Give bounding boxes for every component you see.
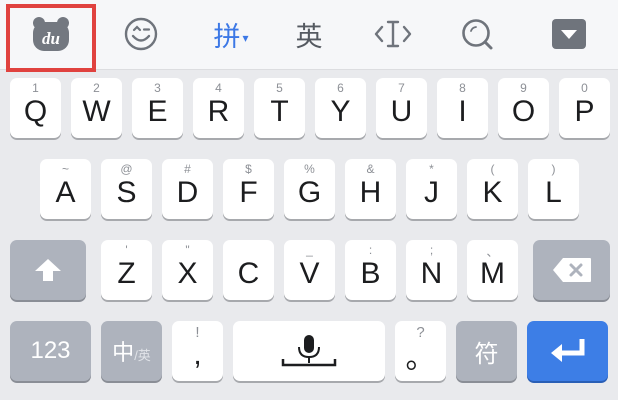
key-g[interactable]: % G <box>284 159 335 219</box>
delete-key[interactable] <box>533 240 610 300</box>
shift-key[interactable] <box>10 240 86 300</box>
symbol-key[interactable]: 符 <box>456 321 517 381</box>
key-b[interactable]: :B <box>345 240 396 300</box>
key-j[interactable]: * J <box>406 159 457 219</box>
key-m[interactable]: 、 M <box>467 240 518 300</box>
key-y[interactable]: 6Y <box>315 78 366 138</box>
key-u[interactable]: 7U <box>376 78 427 138</box>
key-f[interactable]: $ F <box>223 159 274 219</box>
key-o[interactable]: 9O <box>498 78 549 138</box>
key-t[interactable]: 5T <box>254 78 305 138</box>
key-q[interactable]: 1Q <box>10 78 61 138</box>
key-h[interactable]: & H <box>345 159 396 219</box>
language-switch-key[interactable]: 中/英 <box>101 321 162 381</box>
key-n[interactable]: ; N <box>406 240 457 300</box>
backspace-icon <box>552 258 591 282</box>
key-e[interactable]: 3E <box>132 78 183 138</box>
key-a[interactable]: ~ A <box>40 159 91 219</box>
key-c[interactable]: C <box>223 240 274 300</box>
shift-up-arrow-icon <box>35 259 61 281</box>
key-d[interactable]: # D <box>162 159 213 219</box>
space-key[interactable] <box>233 321 385 381</box>
enter-key[interactable] <box>527 321 608 381</box>
period-key[interactable]: ?。 <box>395 321 446 381</box>
key-z[interactable]: ' Z <box>101 240 152 300</box>
numbers-key[interactable]: 123 <box>10 321 91 381</box>
key-x[interactable]: " X <box>162 240 213 300</box>
key-i[interactable]: 8I <box>437 78 488 138</box>
microphone-icon <box>281 335 337 367</box>
key-l[interactable]: ) L <box>528 159 579 219</box>
keyboard: 1Q 2W 3E 4R 5T 6Y 7U 8I 9O 0P ~ A @ S # D $… <box>0 0 618 400</box>
key-p[interactable]: 0P <box>559 78 610 138</box>
key-w[interactable]: 2W <box>71 78 122 138</box>
return-arrow-icon <box>550 339 584 362</box>
key-k[interactable]: (K <box>467 159 518 219</box>
key-v[interactable]: _ V <box>284 240 335 300</box>
key-r[interactable]: 4R <box>193 78 244 138</box>
key-s[interactable]: @ S <box>101 159 152 219</box>
comma-key[interactable]: !, <box>172 321 223 381</box>
